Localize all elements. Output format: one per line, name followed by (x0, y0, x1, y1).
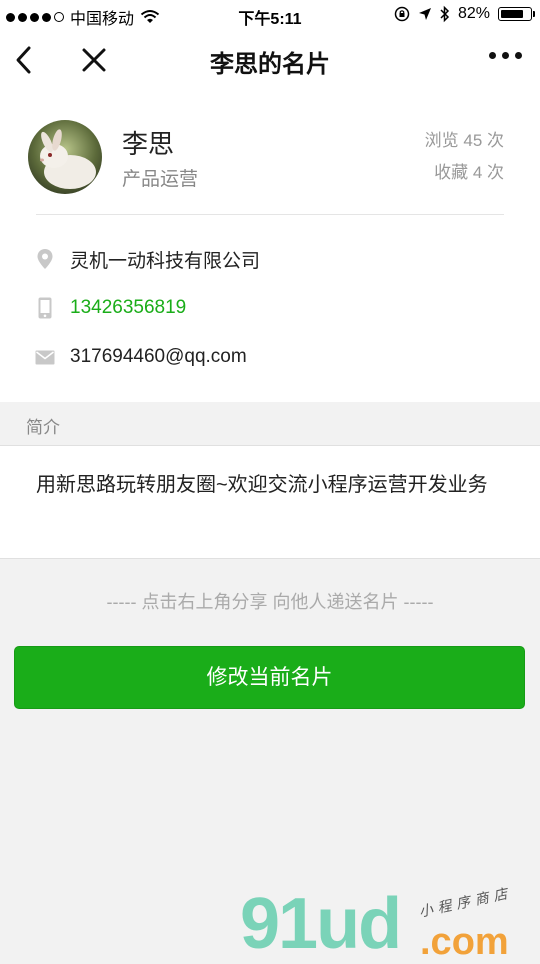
location-pin-icon (37, 249, 53, 269)
phone-number-link[interactable]: 13426356819 (70, 297, 186, 319)
view-count: 浏览 45 次 (424, 131, 504, 150)
profile-role: 产品运营 (122, 169, 199, 190)
edit-card-button[interactable]: 修改当前名片 (14, 646, 525, 709)
mobile-phone-icon (38, 297, 52, 319)
avatar-rabbit-image (28, 120, 102, 194)
intro-header-label: 简介 (26, 418, 60, 437)
business-card: 李思 产品运营 浏览 45 次 收藏 4 次 灵机一动科技有限公司 134263… (0, 90, 540, 402)
watermark-logo: 91ud (240, 884, 402, 964)
profile-name: 李思 (122, 129, 175, 159)
more-options-button[interactable] (489, 52, 522, 59)
chevron-left-icon (16, 46, 31, 74)
divider (36, 214, 504, 215)
company-row: 灵机一动科技有限公司 (34, 241, 260, 277)
intro-section-header: 简介 (0, 402, 540, 446)
envelope-icon (35, 350, 55, 364)
battery-icon (498, 7, 535, 21)
intro-section-body: 用新思路玩转朋友圈~欢迎交流小程序运营开发业务 (0, 446, 540, 559)
bluetooth-icon (440, 5, 450, 23)
email-address: 317694460@qq.com (70, 346, 247, 367)
watermark-tagline: 小程序商店 (417, 884, 514, 920)
navigation-bar: 李思的名片 (0, 30, 540, 90)
favorite-count: 收藏 4 次 (434, 163, 504, 182)
profile-stats: 浏览 45 次 收藏 4 次 (425, 125, 504, 189)
rotation-lock-icon (394, 6, 410, 22)
location-arrow-icon (418, 8, 431, 20)
more-icon (489, 52, 496, 59)
email-row: 317694460@qq.com (34, 339, 247, 375)
battery-percentage: 82% (457, 5, 490, 22)
share-tip: ----- 点击右上角分享 向他人递送名片 ----- (106, 592, 434, 612)
watermark-domain: .com (420, 921, 509, 963)
status-bar: 中国移动 下午5:11 82% (0, 0, 540, 30)
company-name: 灵机一动科技有限公司 (70, 250, 261, 272)
close-button[interactable] (78, 44, 110, 76)
avatar (28, 120, 102, 194)
close-icon (82, 48, 106, 72)
watermark: 91ud 小程序商店 .com (240, 876, 540, 964)
intro-text: 用新思路玩转朋友圈~欢迎交流小程序运营开发业务 (36, 474, 488, 496)
back-button[interactable] (10, 42, 40, 78)
phone-row[interactable]: 13426356819 (34, 290, 186, 326)
